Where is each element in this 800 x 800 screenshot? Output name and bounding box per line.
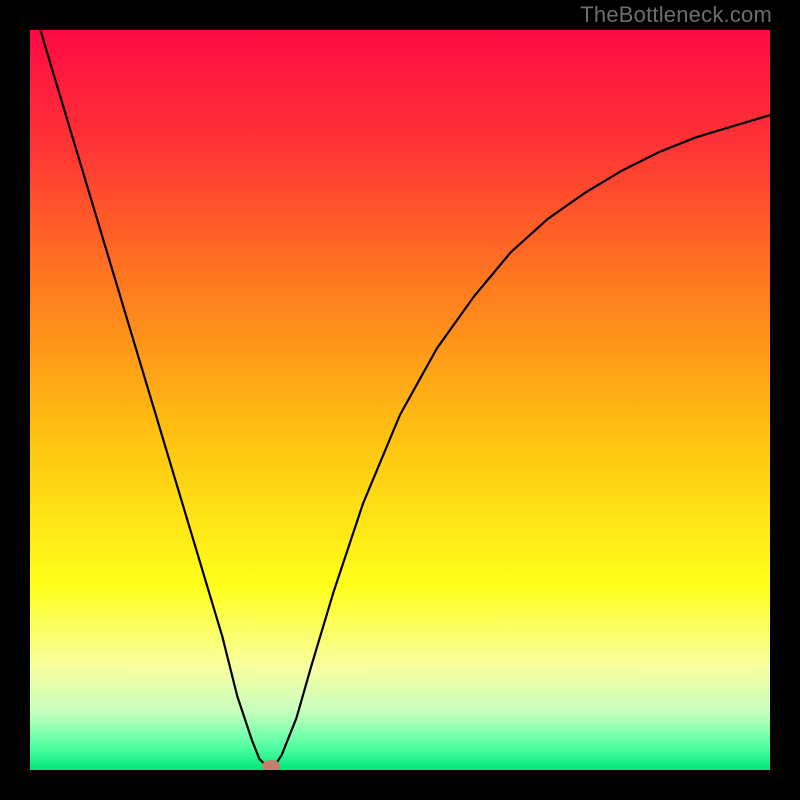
chart-frame: TheBottleneck.com [0, 0, 800, 800]
minimum-point-marker [262, 760, 280, 770]
watermark-text: TheBottleneck.com [580, 2, 772, 28]
bottleneck-curve [30, 30, 770, 770]
plot-area [30, 30, 770, 770]
